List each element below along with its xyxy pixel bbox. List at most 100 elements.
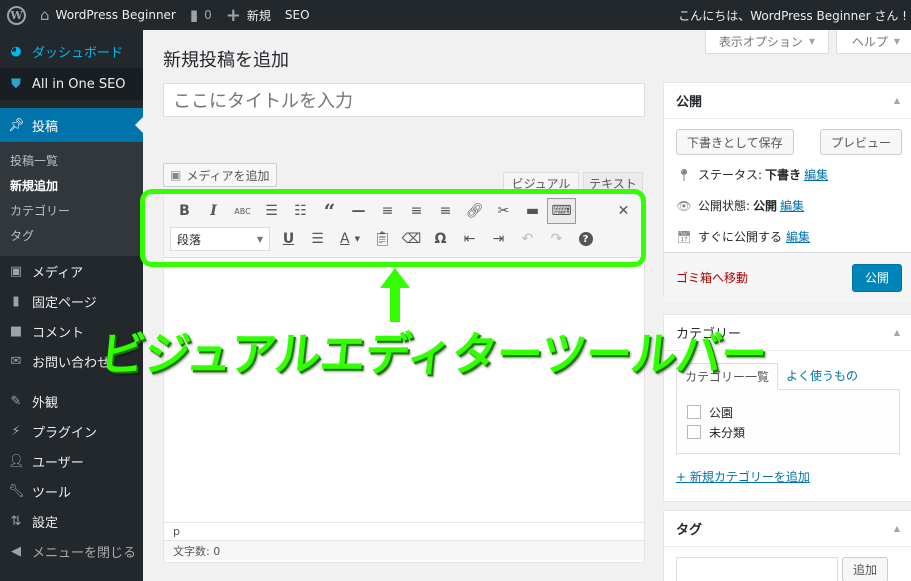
edit-status-link[interactable]: 編集 <box>804 166 828 183</box>
dashboard-icon: ◕ <box>10 43 22 59</box>
preview-button[interactable]: プレビュー <box>819 129 902 155</box>
edit-visibility-link[interactable]: 編集 <box>780 197 804 214</box>
menu-tools[interactable]: 🔧︎ ツール <box>0 476 143 506</box>
checkbox[interactable] <box>687 425 701 439</box>
publish-box-header[interactable]: 公開 ▲ <box>664 83 911 119</box>
tags-box-title: タグ <box>676 523 703 538</box>
comments-link[interactable]: ▮ 0 <box>183 0 219 30</box>
site-name: WordPress Beginner <box>55 8 176 22</box>
my-account-link[interactable]: こんにちは、WordPress Beginner さん ! <box>671 0 911 30</box>
settings-icon: ⇅ <box>10 513 22 529</box>
admin-sidebar: ◕ ダッシュボード ⛊ All in One SEO 📌︎ 投稿 投稿一覧 新規追加 … <box>0 30 143 581</box>
site-name-link[interactable]: ⌂ WordPress Beginner <box>33 0 183 30</box>
menu-users[interactable]: 👤︎ ユーザー <box>0 446 143 476</box>
status-label: ステータス: <box>698 168 763 182</box>
status-value: 下書き <box>765 168 802 182</box>
collapse-toggle-icon[interactable]: ▲ <box>894 524 900 533</box>
menu-label: メニューを閉じる <box>32 545 137 561</box>
move-to-trash-link[interactable]: ゴミ箱へ移動 <box>676 269 748 286</box>
menu-label: メディア <box>32 265 84 281</box>
pages-icon: ▮ <box>12 293 20 309</box>
publish-actions-bottom: ゴミ箱へ移動 公開 <box>664 252 911 302</box>
schedule-label: すぐに公開する <box>698 230 783 244</box>
tab-most-used[interactable]: よく使うもの <box>778 363 866 390</box>
menu-posts[interactable]: 📌︎ 投稿 <box>0 108 143 142</box>
tag-input[interactable] <box>676 557 838 581</box>
menu-plugins[interactable]: ⚡︎ プラグイン <box>0 416 143 446</box>
menu-collapse[interactable]: ◀ メニューを閉じる <box>0 536 143 566</box>
menu-label: 外観 <box>32 395 59 411</box>
collapse-toggle-icon[interactable]: ▲ <box>894 328 900 337</box>
pin-icon: 📌︎ <box>8 117 25 133</box>
menu-label: ダッシュボード <box>32 45 124 61</box>
save-draft-button[interactable]: 下書きとして保存 <box>676 129 794 155</box>
home-icon: ⌂ <box>40 6 50 24</box>
category-label: 未分類 <box>709 425 746 440</box>
submenu-add-new[interactable]: 新規追加 <box>0 173 143 198</box>
annotation-label: ビジュアルエディターツールバー <box>96 327 769 381</box>
screen-options-label: 表示オプション <box>718 35 803 49</box>
greeting: こんにちは、WordPress Beginner さん ! <box>678 8 907 23</box>
wp-logo-menu[interactable]: W <box>0 0 33 30</box>
menu-settings[interactable]: ⇅ 設定 <box>0 506 143 536</box>
admin-bar: W ⌂ WordPress Beginner ▮ 0 + 新規 SEO こんにちは、W… <box>0 0 911 30</box>
submenu-categories[interactable]: カテゴリー <box>0 198 143 223</box>
visibility-value: 公開 <box>753 199 778 213</box>
plus-icon: + <box>225 4 241 26</box>
collapse-icon: ◀ <box>11 543 21 559</box>
seo-link[interactable]: SEO <box>278 0 317 30</box>
menu-label: 固定ページ <box>32 295 97 311</box>
media-icon: ▣ <box>9 263 23 279</box>
edit-schedule-link[interactable]: 編集 <box>786 228 810 245</box>
menu-all-in-one-seo[interactable]: ⛊ All in One SEO <box>0 68 143 100</box>
tag-input-row: 追加 <box>664 547 911 581</box>
word-count: 文字数: 0 <box>164 540 644 560</box>
menu-label: ツール <box>32 485 72 501</box>
schedule-row: 📅︎ すぐに公開する 編集 <box>664 221 911 252</box>
tags-box-header[interactable]: タグ ▲ <box>664 511 911 547</box>
mail-icon: ✉ <box>10 353 22 369</box>
category-item[interactable]: 公園 <box>687 402 889 422</box>
wrench-icon: 🔧︎ <box>8 483 25 499</box>
menu-label: All in One SEO <box>32 76 126 92</box>
calendar-icon: 📅︎ <box>676 229 692 244</box>
category-item[interactable]: 未分類 <box>687 422 889 442</box>
new-label: 新規 <box>246 8 271 23</box>
page-title: 新規投稿を追加 <box>163 50 289 71</box>
element-path: p <box>164 522 644 540</box>
comment-icon: ■ <box>9 323 23 339</box>
add-new-category-link[interactable]: + 新規カテゴリーを追加 <box>676 470 810 484</box>
screen-options-button[interactable]: 表示オプション ▼ <box>705 30 829 54</box>
menu-label: 投稿 <box>32 119 59 135</box>
seo-label: SEO <box>284 8 310 22</box>
wordpress-logo-icon: W <box>7 5 26 25</box>
caret-down-icon: ▼ <box>893 37 901 46</box>
menu-appearance[interactable]: ✎ 外観 <box>0 386 143 416</box>
submenu-tags[interactable]: タグ <box>0 223 143 248</box>
category-label: 公園 <box>709 405 734 420</box>
collapse-toggle-icon[interactable]: ▲ <box>894 96 900 105</box>
menu-dashboard[interactable]: ◕ ダッシュボード <box>0 34 143 68</box>
help-label: ヘルプ <box>851 35 888 49</box>
main-content: 表示オプション ▼ ヘルプ ▼ 新規投稿を追加 ここにタイトルを入力 ▣ メディアを追… <box>143 30 911 581</box>
help-button[interactable]: ヘルプ ▼ <box>836 30 911 54</box>
tags-box: タグ ▲ 追加 <box>663 510 911 581</box>
menu-label: 設定 <box>32 515 59 531</box>
add-category-row: + 新規カテゴリーを追加 <box>664 454 911 499</box>
visibility-label: 公開状態: <box>698 199 751 213</box>
menu-pages[interactable]: ▮ 固定ページ <box>0 286 143 316</box>
menu-media[interactable]: ▣ メディア <box>0 256 143 286</box>
add-media-button[interactable]: ▣ メディアを追加 <box>163 163 277 187</box>
publish-button[interactable]: 公開 <box>851 263 902 292</box>
submenu-all-posts[interactable]: 投稿一覧 <box>0 148 143 173</box>
new-content-link[interactable]: + 新規 <box>219 0 278 30</box>
publish-box: 公開 ▲ 下書きとして保存 プレビュー 📍︎ ステータス: 下書き 編集 👁︎ 公開状態:… <box>663 82 911 302</box>
pin-icon: 📍︎ <box>676 167 692 182</box>
annotation-highlight-box <box>140 189 646 267</box>
checkbox[interactable] <box>687 405 701 419</box>
plugin-icon: ⚡︎ <box>11 423 21 439</box>
annotation-arrow-icon <box>380 268 410 322</box>
add-tag-button[interactable]: 追加 <box>842 557 889 581</box>
category-checklist: 公園 未分類 <box>676 389 900 454</box>
post-title-input[interactable]: ここにタイトルを入力 <box>163 83 645 117</box>
